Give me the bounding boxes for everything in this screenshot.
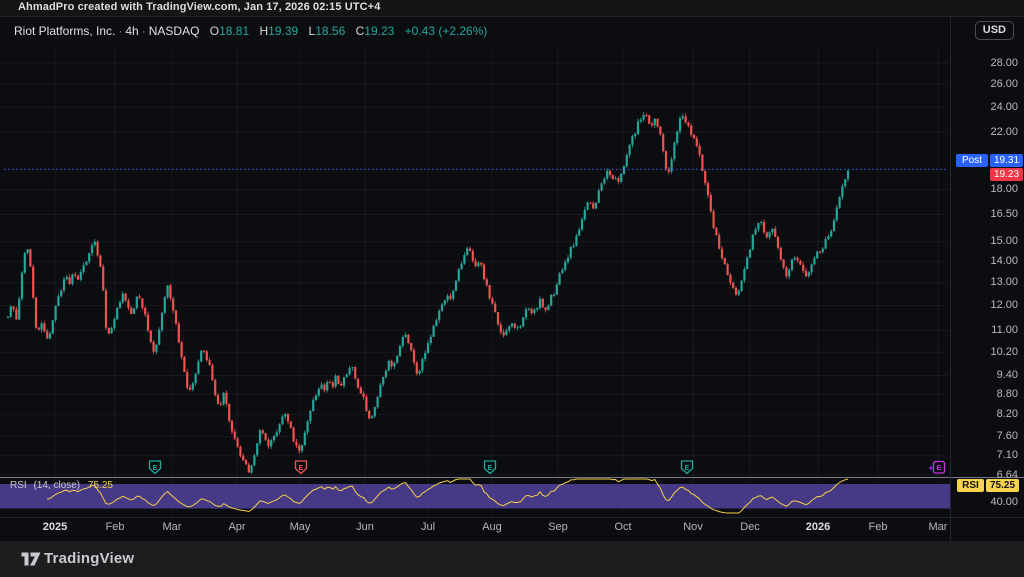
rsi-axis-value-badge: 75.25 [986,479,1019,492]
rsi-legend[interactable]: RSI (14, close) 75.25 [10,480,113,491]
close-value: 19.23 [364,24,394,38]
rsi-value: 75.25 [88,480,113,491]
legend-separator: · [115,24,125,38]
rsi-params: (14, close) [33,480,80,491]
last-price-badge: 19.23 [990,168,1023,181]
chart-widget: Riot Platforms, Inc.·4h·NASDAQ O18.81 H1… [0,16,1024,541]
footer-bar: TradingView [0,541,1024,577]
close-label: C [356,24,365,38]
symbol-legend[interactable]: Riot Platforms, Inc.·4h·NASDAQ O18.81 H1… [14,24,487,38]
open-label: O [210,24,219,38]
symbol-title[interactable]: Riot Platforms, Inc. [14,24,115,38]
change-value: +0.43 (+2.26%) [405,24,488,38]
low-value: 18.56 [315,24,345,38]
rsi-axis-label-badge: RSI [957,479,984,492]
open-value: 18.81 [219,24,249,38]
post-market-price-badge: 19.31 [990,154,1023,167]
exchange-label: NASDAQ [149,24,200,38]
rsi-title: RSI [10,480,27,491]
pane-separator[interactable] [0,477,1024,478]
chart-canvas[interactable] [0,17,1024,541]
tradingview-logo-icon[interactable] [20,549,42,574]
time-axis-border [0,517,1024,518]
price-axis-border [950,16,951,541]
interval-label[interactable]: 4h [125,24,138,38]
tradingview-snapshot: AhmadPro created with TradingView.com, J… [0,0,1024,577]
high-label: H [259,24,268,38]
post-market-label-badge: Post [956,154,988,167]
legend-separator: · [139,24,149,38]
rsi-level-label: 40.00 [956,496,1018,508]
attribution-text: AhmadPro created with TradingView.com, J… [18,1,380,13]
tradingview-wordmark[interactable]: TradingView [44,550,134,567]
currency-toggle[interactable]: USD [975,21,1014,40]
high-value: 19.39 [268,24,298,38]
